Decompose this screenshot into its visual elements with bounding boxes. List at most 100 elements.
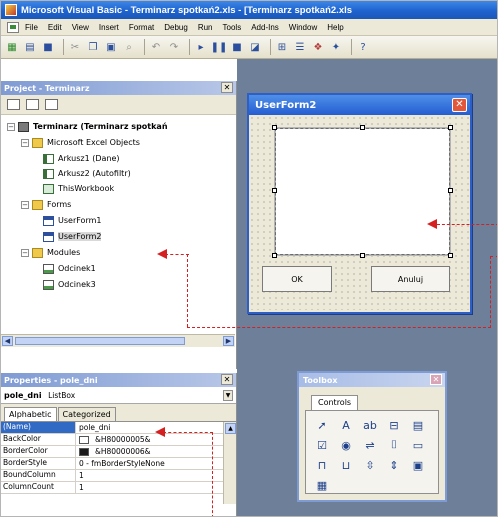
scroll-left-icon[interactable]: ◀ [2, 336, 13, 346]
frame-icon[interactable]: ⌷ [383, 436, 405, 454]
userform-canvas[interactable]: OK Anuluj [249, 115, 470, 310]
close-icon[interactable]: ✕ [452, 98, 467, 112]
design-mode-icon[interactable]: ◪ [248, 40, 262, 54]
resize-handle[interactable] [448, 125, 453, 130]
properties-vertical-scrollbar[interactable]: ▲ [223, 422, 236, 504]
paste-icon[interactable]: ▣ [104, 40, 118, 54]
toolbox-title-bar[interactable]: Toolbox ✕ [299, 373, 445, 387]
scrollbar-icon[interactable]: ⇳ [359, 456, 381, 474]
collapse-icon[interactable]: − [21, 248, 29, 257]
menu-edit[interactable]: Edit [48, 23, 62, 32]
resize-handle[interactable] [360, 253, 365, 258]
togglebutton-icon[interactable]: ⇌ [359, 436, 381, 454]
label-icon[interactable]: A [335, 416, 357, 434]
spinbutton-icon[interactable]: ⇕ [383, 456, 405, 474]
property-row-boundcolumn[interactable]: BoundColumn 1 [1, 470, 236, 482]
refedit-icon[interactable]: ▦ [311, 476, 333, 494]
property-value[interactable]: 1 [76, 482, 236, 493]
excel-doc-icon[interactable] [7, 21, 19, 33]
object-browser-icon[interactable]: ❖ [311, 40, 325, 54]
collapse-icon[interactable]: − [21, 200, 29, 209]
tree-node-thisworkbook[interactable]: ThisWorkbook [43, 182, 114, 195]
excel-icon[interactable]: ▦ [5, 40, 19, 54]
scroll-up-icon[interactable]: ▲ [225, 423, 236, 434]
checkbox-icon[interactable]: ☑ [311, 436, 333, 454]
property-row-columncount[interactable]: ColumnCount 1 [1, 482, 236, 494]
run-icon[interactable]: ▸ [194, 40, 208, 54]
save-icon[interactable]: ■ [41, 40, 55, 54]
tree-node-userform2[interactable]: UserForm2 [43, 230, 102, 243]
find-icon[interactable]: ⌕ [122, 40, 136, 54]
commandbutton-icon[interactable]: ▭ [407, 436, 429, 454]
combobox-icon[interactable]: ⊟ [383, 416, 405, 434]
menu-window[interactable]: Window [289, 23, 317, 32]
collapse-icon[interactable]: − [7, 122, 15, 131]
reset-icon[interactable]: ■ [230, 40, 244, 54]
toggle-folders-icon[interactable] [45, 99, 58, 110]
resize-handle[interactable] [272, 125, 277, 130]
property-value[interactable]: 1 [76, 470, 236, 481]
listbox-icon[interactable]: ▤ [407, 416, 429, 434]
userform2-designer[interactable]: UserForm2 ✕ OK Anuluj [247, 93, 472, 314]
project-explorer-icon[interactable]: ⊞ [275, 40, 289, 54]
property-value-cell[interactable]: &H80000006& [76, 446, 236, 457]
cancel-button[interactable]: Anuluj [371, 266, 450, 292]
tab-alphabetic[interactable]: Alphabetic [4, 407, 57, 421]
resize-handle[interactable] [272, 253, 277, 258]
tree-node-arkusz2[interactable]: Arkusz2 (Autofiltr) [43, 167, 131, 180]
ok-button[interactable]: OK [262, 266, 332, 292]
undo-icon[interactable]: ↶ [149, 40, 163, 54]
toolbox-close-icon[interactable]: ✕ [430, 374, 442, 385]
pole-dni-listbox[interactable] [272, 125, 453, 258]
multipage-icon[interactable]: ⊔ [335, 456, 357, 474]
tabstrip-icon[interactable]: ⊓ [311, 456, 333, 474]
tab-controls[interactable]: Controls [311, 395, 359, 411]
optionbutton-icon[interactable]: ◉ [335, 436, 357, 454]
properties-close-icon[interactable]: ✕ [221, 374, 233, 385]
break-icon[interactable]: ❚❚ [211, 40, 228, 54]
chevron-down-icon[interactable]: ▼ [223, 389, 233, 401]
help-icon[interactable]: ? [356, 40, 370, 54]
toolbox-icon[interactable]: ✦ [329, 40, 343, 54]
tree-node-arkusz1[interactable]: Arkusz1 (Dane) [43, 152, 120, 165]
menu-debug[interactable]: Debug [164, 23, 188, 32]
scroll-right-icon[interactable]: ▶ [223, 336, 234, 346]
view-code-icon[interactable] [7, 99, 20, 110]
project-horizontal-scrollbar[interactable]: ◀ ▶ [1, 334, 235, 347]
collapse-icon[interactable]: − [21, 138, 29, 147]
property-row-bordercolor[interactable]: BorderColor &H80000006& [1, 446, 236, 458]
tree-node-odcinek3[interactable]: Odcinek3 [43, 278, 96, 291]
menu-run[interactable]: Run [198, 23, 213, 32]
menu-file[interactable]: File [25, 23, 38, 32]
pointer-icon[interactable]: ➚ [311, 416, 333, 434]
tree-node-userform1[interactable]: UserForm1 [43, 214, 101, 227]
property-row-borderstyle[interactable]: BorderStyle 0 - fmBorderStyleNone [1, 458, 236, 470]
tree-node-forms[interactable]: − Forms [21, 198, 71, 211]
menu-add-ins[interactable]: Add-Ins [251, 23, 279, 32]
tab-categorized[interactable]: Categorized [57, 407, 116, 421]
property-value[interactable]: 0 - fmBorderStyleNone [76, 458, 236, 469]
userform-title-bar[interactable]: UserForm2 ✕ [249, 95, 470, 115]
tree-node-odcinek1[interactable]: Odcinek1 [43, 262, 96, 275]
copy-icon[interactable]: ❐ [86, 40, 100, 54]
tree-node-project[interactable]: − Terminarz (Terminarz spotkań [7, 120, 168, 133]
resize-handle[interactable] [272, 188, 277, 193]
menu-view[interactable]: View [72, 23, 89, 32]
menu-tools[interactable]: Tools [223, 23, 242, 32]
menu-format[interactable]: Format [129, 23, 154, 32]
tree-node-modules[interactable]: − Modules [21, 246, 80, 259]
scrollbar-thumb[interactable] [15, 337, 185, 345]
property-row-name[interactable]: (Name) pole_dni [1, 422, 236, 434]
object-selector[interactable]: pole_dni ListBox ▼ [1, 387, 236, 404]
tree-node-excel-objects[interactable]: − Microsoft Excel Objects [21, 136, 140, 149]
menu-help[interactable]: Help [327, 23, 343, 32]
redo-icon[interactable]: ↷ [167, 40, 181, 54]
cut-icon[interactable]: ✂ [68, 40, 82, 54]
resize-handle[interactable] [448, 188, 453, 193]
textbox-icon[interactable]: ab [359, 416, 381, 434]
insert-icon[interactable]: ▤ [23, 40, 37, 54]
menu-insert[interactable]: Insert [99, 23, 119, 32]
view-object-icon[interactable] [26, 99, 39, 110]
resize-handle[interactable] [448, 253, 453, 258]
resize-handle[interactable] [360, 125, 365, 130]
